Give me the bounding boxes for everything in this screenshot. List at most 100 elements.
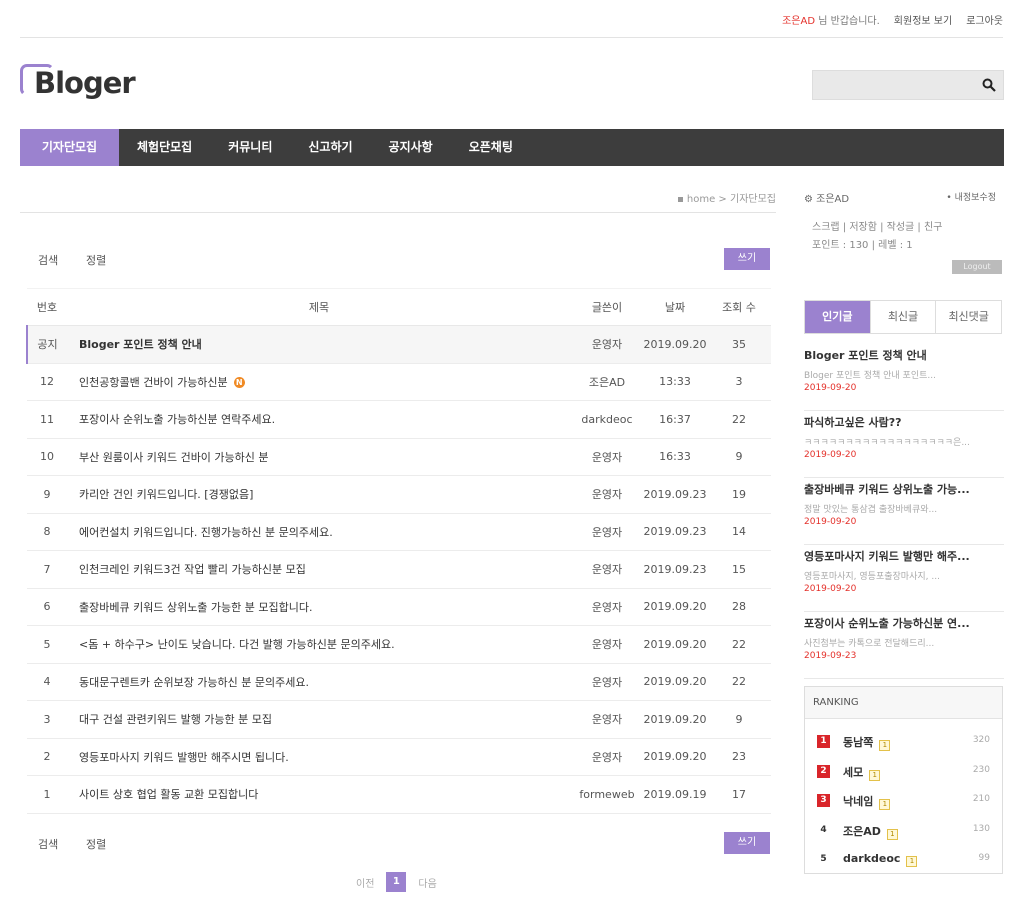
rank-user-name[interactable]: 세모 [843, 766, 863, 779]
table-row[interactable]: 1 사이트 상호 협업 활동 교환 모집합니다 formeweb 2019.09… [27, 775, 771, 814]
sort-toggle-bottom[interactable]: 정렬 [86, 836, 106, 852]
table-row[interactable]: 3 대구 건설 관련키워드 발행 가능한 분 모집 운영자 2019.09.20… [27, 700, 771, 739]
row-author[interactable]: formeweb [571, 775, 643, 814]
search-toggle-top[interactable]: 검색 [38, 252, 58, 268]
col-no: 번호 [27, 288, 67, 326]
nav-item-reporters[interactable]: 기자단모집 [20, 129, 119, 166]
pager-current[interactable]: 1 [386, 872, 407, 892]
table-row[interactable]: 10 부산 원룸이사 키워드 건바이 가능하신 분 운영자 16:33 9 [27, 438, 771, 476]
row-title-link[interactable]: 포장이사 순위노출 가능하신분 연락주세요. [67, 400, 571, 439]
rank-badge: 3 [817, 794, 830, 807]
row-author[interactable]: 운영자 [571, 438, 643, 476]
search-icon[interactable] [982, 78, 996, 92]
list-item[interactable]: 포장이사 순위노출 가능하신분 연... 사진첨부는 카톡으로 전달해드리...… [804, 612, 1004, 679]
rank-user[interactable]: 조은AD 1 [843, 823, 898, 840]
row-title-link[interactable]: 영등포마사지 키워드 발행만 해주시면 됩니다. [67, 738, 571, 776]
tab-comments[interactable]: 최신댓글 [935, 301, 1001, 333]
col-date[interactable]: 날짜 [643, 288, 707, 326]
row-author[interactable]: 운영자 [571, 625, 643, 664]
rank-user-name[interactable]: 동남쪽 [843, 736, 873, 749]
rank-user[interactable]: 동남쪽 1 [843, 734, 891, 751]
level-icon: 1 [886, 828, 898, 840]
search-input[interactable] [813, 71, 973, 99]
row-title-link[interactable]: 에어컨설치 키워드입니다. 진행가능하신 분 문의주세요. [67, 513, 571, 551]
logout-button[interactable]: Logout [952, 260, 1002, 274]
row-title-link[interactable]: 동대문구렌트카 순위보장 가능하신 분 문의주세요. [67, 663, 571, 701]
row-author[interactable]: 운영자 [571, 588, 643, 626]
row-author[interactable]: 조은AD [571, 363, 643, 401]
post-title[interactable]: 파식하고싶은 사람?? [804, 414, 1004, 430]
rank-user[interactable]: darkdeoc 1 [843, 852, 918, 867]
post-title[interactable]: Bloger 포인트 정책 안내 [804, 347, 1004, 363]
row-title-link[interactable]: Bloger 포인트 정책 안내 [67, 325, 571, 364]
tab-popular[interactable]: 인기글 [805, 301, 870, 333]
list-item[interactable]: 3 낙네임 1 210 [817, 788, 992, 818]
row-title-link[interactable]: 대구 건설 관련키워드 발행 가능한 분 모집 [67, 700, 571, 739]
row-author[interactable]: 운영자 [571, 663, 643, 701]
post-title[interactable]: 포장이사 순위노출 가능하신분 연... [804, 615, 1004, 631]
list-item[interactable]: 4 조은AD 1 130 [817, 818, 992, 848]
table-header: 번호 제목 글쓴이 날짜 조회 수 [27, 288, 771, 326]
post-title[interactable]: 출장바베큐 키워드 상위노출 가능... [804, 481, 1004, 497]
write-button-bottom[interactable]: 쓰기 [724, 832, 770, 854]
nav-item-community[interactable]: 커뮤니티 [210, 129, 290, 166]
table-row[interactable]: 5 <돔 + 하수구> 난이도 낮습니다. 다건 발행 가능하신분 문의주세요.… [27, 625, 771, 664]
post-title[interactable]: 영등포마사지 키워드 발행만 해주... [804, 548, 1004, 564]
list-item[interactable]: 5 darkdeoc 1 99 [817, 847, 992, 877]
site-logo[interactable]: Bloger [20, 64, 145, 104]
row-title-link[interactable]: <돔 + 하수구> 난이도 낮습니다. 다건 발행 가능하신분 문의주세요. [67, 625, 571, 664]
rank-user-name[interactable]: 낙네임 [843, 795, 873, 808]
list-item[interactable]: Bloger 포인트 정책 안내 Bloger 포인트 정책 안내 포인트...… [804, 344, 1004, 411]
logout-link[interactable]: 로그아웃 [966, 12, 1003, 27]
col-views[interactable]: 조회 수 [707, 288, 771, 326]
list-item[interactable]: 1 동남쪽 1 320 [817, 729, 992, 759]
row-author[interactable]: darkdeoc [571, 400, 643, 439]
table-row[interactable]: 4 동대문구렌트카 순위보장 가능하신 분 문의주세요. 운영자 2019.09… [27, 663, 771, 701]
table-row[interactable]: 6 출장바베큐 키워드 상위노출 가능한 분 모집합니다. 운영자 2019.0… [27, 588, 771, 626]
table-row[interactable]: 7 인천크레인 키워드3건 작업 빨리 가능하신분 모집 운영자 2019.09… [27, 550, 771, 589]
row-title-link[interactable]: 사이트 상호 협업 활동 교환 모집합니다 [67, 775, 571, 814]
rank-user-name[interactable]: darkdeoc [843, 852, 900, 865]
sort-toggle-top[interactable]: 정렬 [86, 252, 106, 268]
row-author[interactable]: 운영자 [571, 513, 643, 551]
row-author[interactable]: 운영자 [571, 738, 643, 776]
member-info-link[interactable]: 회원정보 보기 [894, 12, 952, 27]
edit-profile-link[interactable]: • 내정보수정 [946, 190, 996, 203]
row-author[interactable]: 운영자 [571, 700, 643, 739]
table-row[interactable]: 11 포장이사 순위노출 가능하신분 연락주세요. darkdeoc 16:37… [27, 400, 771, 439]
pager-prev[interactable]: 이전 [356, 875, 374, 890]
table-row[interactable]: 2 영등포마사지 키워드 발행만 해주시면 됩니다. 운영자 2019.09.2… [27, 738, 771, 776]
rank-user-name[interactable]: 조은AD [843, 825, 881, 838]
rank-user[interactable]: 세모 1 [843, 764, 881, 781]
row-author[interactable]: 운영자 [571, 475, 643, 514]
table-row[interactable]: 12 인천공항콜밴 건바이 가능하신분 N 조은AD 13:33 3 [27, 363, 771, 401]
write-button-top[interactable]: 쓰기 [724, 248, 770, 270]
user-links[interactable]: 스크랩 | 저장함 | 작성글 | 친구 [812, 218, 942, 233]
nav-item-report[interactable]: 신고하기 [290, 129, 370, 166]
row-title-link[interactable]: 출장바베큐 키워드 상위노출 가능한 분 모집합니다. [67, 588, 571, 626]
pager-next[interactable]: 다음 [418, 875, 436, 890]
nav-item-openchat[interactable]: 오픈채팅 [451, 129, 531, 166]
rank-user[interactable]: 낙네임 1 [843, 793, 891, 810]
row-views: 19 [707, 475, 771, 514]
row-no: 6 [27, 588, 67, 626]
list-item[interactable]: 영등포마사지 키워드 발행만 해주... 영등포마사지, 영등포출장마사지, .… [804, 545, 1004, 612]
table-row[interactable]: 9 카리안 건인 키워드입니다. [경쟁없음] 운영자 2019.09.23 1… [27, 475, 771, 514]
breadcrumb-home[interactable]: home [687, 194, 715, 205]
row-author[interactable]: 운영자 [571, 325, 643, 364]
row-title-link[interactable]: 인천공항콜밴 건바이 가능하신분 [79, 376, 228, 389]
search-toggle-bottom[interactable]: 검색 [38, 836, 58, 852]
list-item[interactable]: 출장바베큐 키워드 상위노출 가능... 정말 맛있는 통삼겹 출장바베큐와..… [804, 478, 1004, 545]
row-date: 2019.09.20 [643, 663, 707, 701]
table-row[interactable]: 8 에어컨설치 키워드입니다. 진행가능하신 분 문의주세요. 운영자 2019… [27, 513, 771, 551]
row-title-link[interactable]: 부산 원룸이사 키워드 건바이 가능하신 분 [67, 438, 571, 476]
nav-item-notice[interactable]: 공지사항 [371, 129, 451, 166]
list-item[interactable]: 파식하고싶은 사람?? ㅋㅋㅋㅋㅋㅋㅋㅋㅋㅋㅋㅋㅋㅋㅋㅋㅋㅋ은... 2019-… [804, 411, 1004, 478]
table-row[interactable]: 공지 Bloger 포인트 정책 안내 운영자 2019.09.20 35 [26, 325, 771, 364]
row-title-link[interactable]: 인천크레인 키워드3건 작업 빨리 가능하신분 모집 [67, 550, 571, 589]
row-author[interactable]: 운영자 [571, 550, 643, 589]
nav-item-experience[interactable]: 체험단모집 [119, 129, 210, 166]
list-item[interactable]: 2 세모 1 230 [817, 759, 992, 789]
row-title-link[interactable]: 카리안 건인 키워드입니다. [경쟁없음] [67, 475, 571, 514]
tab-latest[interactable]: 최신글 [869, 301, 936, 333]
